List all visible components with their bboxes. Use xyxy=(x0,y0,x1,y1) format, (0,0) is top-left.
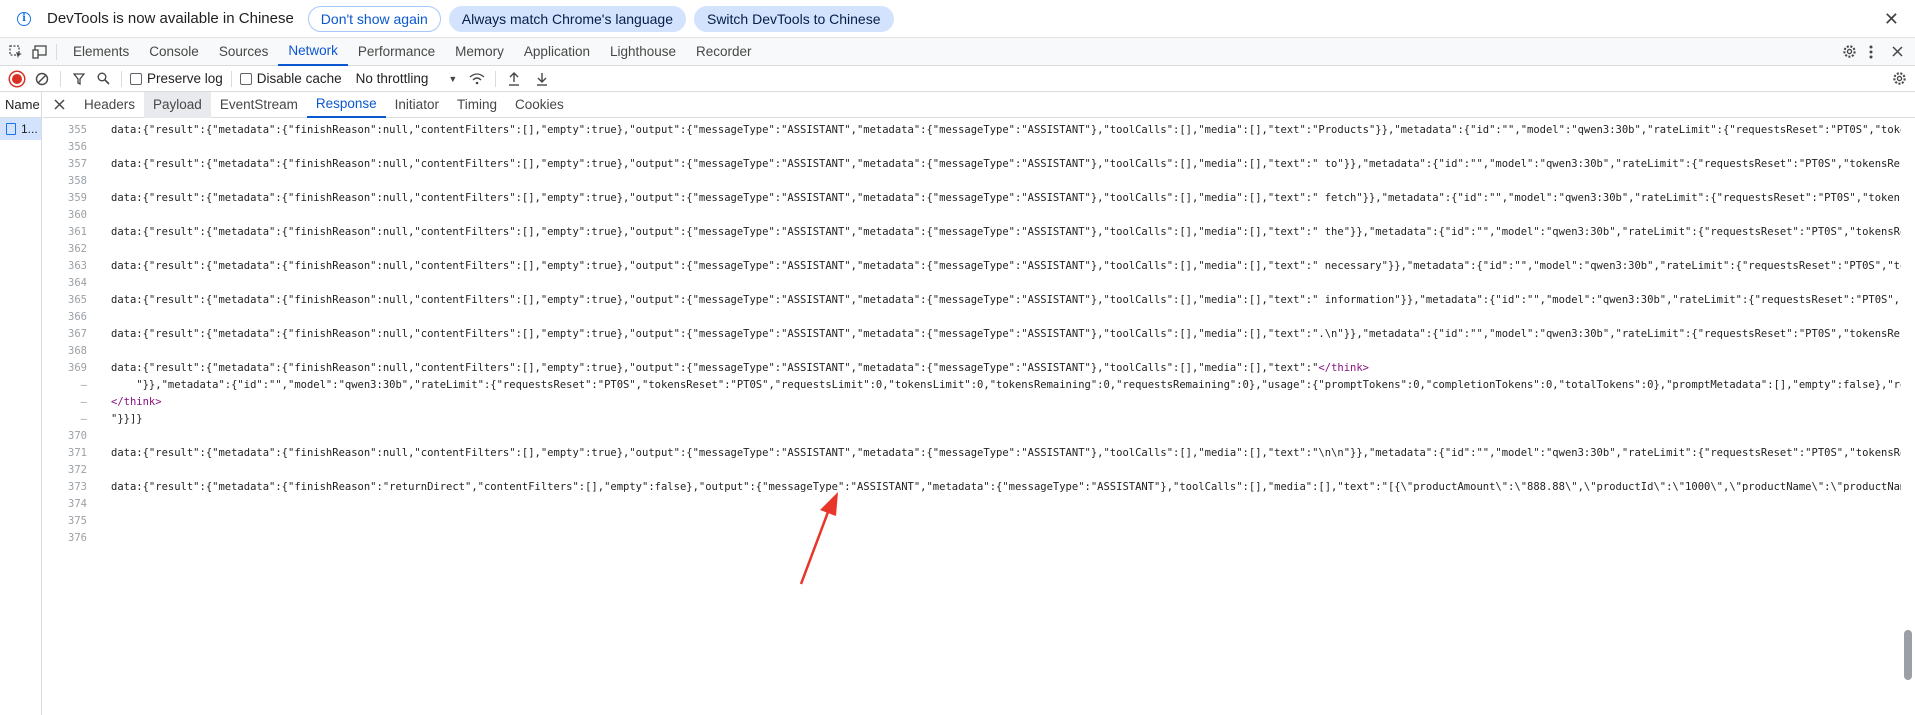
code-line: 372 xyxy=(68,464,87,476)
think-tag: </think> xyxy=(111,396,162,408)
inspect-element-icon[interactable] xyxy=(6,42,26,62)
request-row[interactable]: 1... xyxy=(0,118,41,140)
chevron-down-icon[interactable]: ▼ xyxy=(448,74,457,84)
tab-initiator[interactable]: Initiator xyxy=(386,92,448,118)
network-toolbar: Preserve log Disable cache No throttling… xyxy=(0,66,1915,92)
think-tag: </think> xyxy=(1318,362,1369,374)
code-line: 363 data:{"result":{"metadata":{"finishRe… xyxy=(68,260,1901,272)
document-icon xyxy=(6,123,16,135)
tab-network[interactable]: Network xyxy=(278,38,348,66)
toolbar-divider xyxy=(495,70,497,87)
code-line: 355 data:{"result":{"metadata":{"finishRe… xyxy=(68,124,1901,136)
import-har-icon[interactable] xyxy=(504,69,524,89)
code-line: 367 data:{"result":{"metadata":{"finishRe… xyxy=(68,328,1901,340)
more-options-icon[interactable] xyxy=(1861,42,1881,62)
toolbar-divider xyxy=(56,43,57,60)
code-line: 362 xyxy=(68,243,87,255)
search-icon[interactable] xyxy=(93,69,113,89)
tab-cookies[interactable]: Cookies xyxy=(506,92,573,118)
info-icon: i xyxy=(17,11,31,26)
scrollbar-thumb[interactable] xyxy=(1904,630,1912,680)
tab-timing[interactable]: Timing xyxy=(448,92,506,118)
preserve-log-checkbox[interactable] xyxy=(130,72,142,85)
close-devtools-icon[interactable] xyxy=(1887,42,1907,62)
code-line: 376 xyxy=(68,532,87,544)
code-line: 373 data:{"result":{"metadata":{"finishRe… xyxy=(68,481,1901,493)
code-text: data:{"result":{"metadata":{"finishReaso… xyxy=(111,362,1319,374)
code-line: – "}}]} xyxy=(80,413,143,425)
code-line: 371 data:{"result":{"metadata":{"finishRe… xyxy=(68,447,1901,459)
tab-memory[interactable]: Memory xyxy=(445,38,514,66)
settings-gear-icon[interactable] xyxy=(1839,42,1859,62)
code-line: 361 data:{"result":{"metadata":{"finishRe… xyxy=(68,226,1901,238)
devtools-main-toolbar: Elements Console Sources Network Perform… xyxy=(0,38,1915,66)
tab-headers[interactable]: Headers xyxy=(75,92,144,118)
filter-icon[interactable] xyxy=(69,69,89,89)
infobar-message: DevTools is now available in Chinese xyxy=(47,10,294,27)
code-line: 374 xyxy=(68,498,87,510)
tab-lighthouse[interactable]: Lighthouse xyxy=(600,38,686,66)
vertical-scrollbar[interactable] xyxy=(1901,118,1915,715)
code-line: – </think> xyxy=(80,396,162,408)
code-line: 356 xyxy=(68,141,87,153)
tab-recorder[interactable]: Recorder xyxy=(686,38,762,66)
code-line: 358 xyxy=(68,175,87,187)
switch-to-chinese-button[interactable]: Switch DevTools to Chinese xyxy=(693,5,894,32)
response-viewer[interactable]: 355 data:{"result":{"metadata":{"finishRe… xyxy=(43,118,1901,715)
toolbar-divider xyxy=(60,70,61,87)
code-line: 360 xyxy=(68,209,87,221)
tab-response[interactable]: Response xyxy=(306,92,386,118)
name-column-header[interactable]: Name xyxy=(0,92,41,118)
tab-payload[interactable]: Payload xyxy=(144,91,211,118)
code-line: 357 data:{"result":{"metadata":{"finishRe… xyxy=(68,158,1901,170)
disable-cache-label: Disable cache xyxy=(256,71,342,86)
code-line: 365 data:{"result":{"metadata":{"finishRe… xyxy=(68,294,1901,306)
code-line: 369 data:{"result":{"metadata":{"finishRe… xyxy=(68,362,1369,374)
export-har-icon[interactable] xyxy=(532,69,552,89)
tab-eventstream[interactable]: EventStream xyxy=(211,92,307,118)
dont-show-again-button[interactable]: Don't show again xyxy=(307,5,441,32)
tab-sources[interactable]: Sources xyxy=(209,38,279,66)
request-name: 1... xyxy=(21,122,38,136)
tab-console[interactable]: Console xyxy=(139,38,209,66)
throttling-select[interactable]: No throttling xyxy=(356,71,429,86)
preserve-log-label: Preserve log xyxy=(147,71,223,86)
tab-application[interactable]: Application xyxy=(514,38,600,66)
network-conditions-icon[interactable] xyxy=(467,69,487,89)
close-icon[interactable]: ✕ xyxy=(1884,9,1899,30)
language-infobar: i DevTools is now available in Chinese D… xyxy=(0,0,1915,38)
code-line: 368 xyxy=(68,345,87,357)
request-detail-tabs: Headers Payload EventStream Response Ini… xyxy=(43,91,1915,118)
request-name-column: Name 1... xyxy=(0,92,42,715)
code-line: 364 xyxy=(68,277,87,289)
tab-elements[interactable]: Elements xyxy=(63,38,139,66)
close-detail-icon[interactable] xyxy=(49,95,69,115)
code-line: 370 xyxy=(68,430,87,442)
code-line: 366 xyxy=(68,311,87,323)
tab-performance[interactable]: Performance xyxy=(348,38,445,66)
code-line: 359 data:{"result":{"metadata":{"finishRe… xyxy=(68,192,1901,204)
record-icon[interactable] xyxy=(10,71,24,86)
toolbar-divider xyxy=(230,70,232,87)
code-line: – "}},"metadata":{"id":"","model":"qwen3… xyxy=(80,379,1901,391)
always-match-language-button[interactable]: Always match Chrome's language xyxy=(448,5,686,32)
code-line: 375 xyxy=(68,515,87,527)
disable-cache-checkbox[interactable] xyxy=(239,72,252,85)
clear-icon[interactable] xyxy=(32,69,52,89)
annotation-arrow-icon xyxy=(799,492,838,585)
device-toolbar-icon[interactable] xyxy=(30,42,50,62)
toolbar-divider xyxy=(121,70,122,87)
network-settings-gear-icon[interactable] xyxy=(1889,69,1909,89)
